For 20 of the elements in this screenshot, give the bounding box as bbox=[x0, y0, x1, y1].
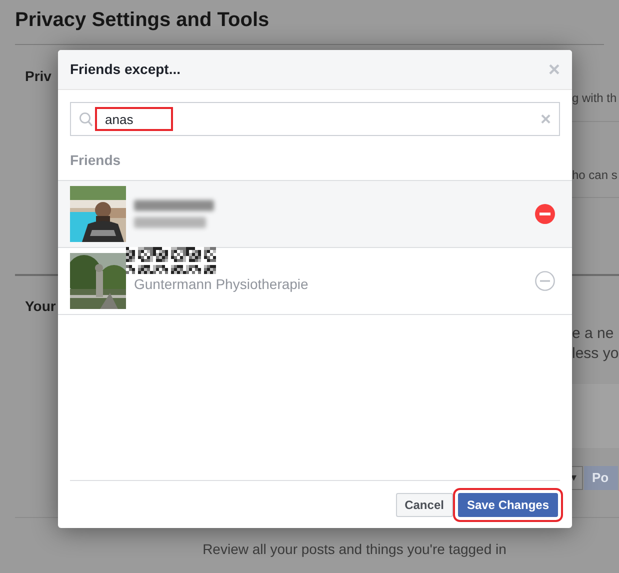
section-heading: Priv bbox=[25, 67, 52, 86]
search-icon bbox=[79, 112, 93, 126]
friend-row[interactable] bbox=[58, 181, 572, 248]
remove-icon[interactable] bbox=[535, 204, 555, 224]
post-description: e a ne bbox=[572, 324, 615, 344]
blurred-location bbox=[134, 217, 206, 228]
review-link-text: Review all your posts and things you're tagged in bbox=[202, 540, 508, 559]
composer-box bbox=[572, 384, 619, 448]
post-description: less yo bbox=[572, 344, 619, 364]
post-button[interactable]: Po bbox=[584, 466, 618, 490]
friend-subtitle: Guntermann Physiotherapie bbox=[134, 275, 308, 294]
page-title: Privacy Settings and Tools bbox=[15, 0, 604, 45]
list-heading: Friends bbox=[70, 151, 122, 170]
friend-row[interactable]: Guntermann Physiotherapie bbox=[58, 248, 572, 315]
search-input[interactable]: anas bbox=[97, 109, 171, 129]
setting-text: g with th bbox=[572, 90, 618, 107]
dialog-title: Friends except... bbox=[70, 60, 180, 79]
section-heading: Your bbox=[25, 297, 56, 316]
setting-text: ho can s bbox=[572, 167, 618, 184]
cancel-button[interactable]: Cancel bbox=[396, 492, 453, 516]
